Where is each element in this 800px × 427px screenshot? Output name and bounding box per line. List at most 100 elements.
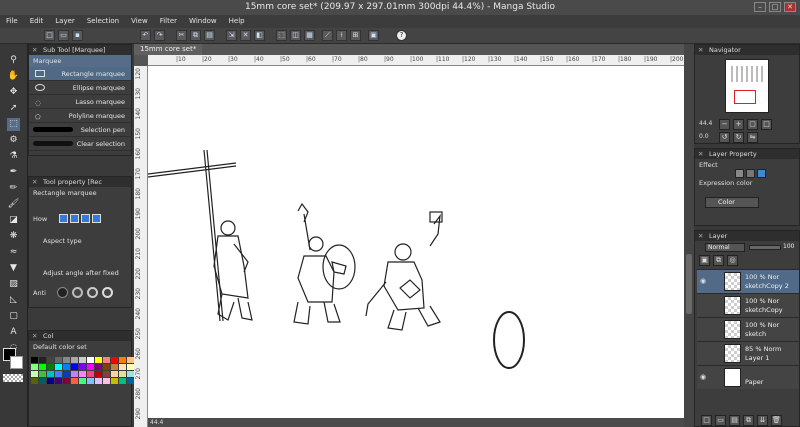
color-swatch[interactable]: [71, 357, 78, 363]
color-swatch[interactable]: [79, 357, 86, 363]
navigator-view-rect[interactable]: [734, 90, 756, 104]
layer-row[interactable]: ◉ 100 % Nor sketchCopy 2: [697, 269, 799, 293]
color-swatch[interactable]: [127, 378, 134, 384]
menu-window[interactable]: Window: [189, 15, 217, 28]
frame-tool-icon[interactable]: ▢: [7, 310, 20, 323]
layer-row[interactable]: 100 % Nor sketchCopy: [697, 293, 799, 317]
brush-tool-icon[interactable]: 🖌: [7, 198, 20, 211]
menu-filter[interactable]: Filter: [160, 15, 177, 28]
color-swatch[interactable]: [79, 378, 86, 384]
color-swatch[interactable]: [71, 371, 78, 377]
color-swatch[interactable]: [87, 378, 94, 384]
blend-mode-select[interactable]: Normal: [705, 243, 745, 252]
color-swatch[interactable]: [63, 364, 70, 370]
panel-close-icon[interactable]: ✕: [698, 231, 703, 241]
gradient-tool-icon[interactable]: ▨: [7, 278, 20, 291]
opacity-slider[interactable]: [749, 245, 781, 250]
panel-close-icon[interactable]: ✕: [32, 45, 37, 55]
color-set-select[interactable]: Default color set: [29, 341, 131, 353]
color-swatch[interactable]: [127, 357, 134, 363]
clear-icon[interactable]: ✕: [240, 30, 251, 41]
panel-close-icon[interactable]: ✕: [32, 331, 37, 341]
eye-icon[interactable]: ◉: [700, 373, 710, 381]
color-swatch[interactable]: [111, 357, 118, 363]
color-swatch[interactable]: [31, 378, 38, 384]
sub-tool-group-tab[interactable]: Marquee: [29, 55, 131, 67]
sub-tool-ellipse[interactable]: Ellipse marquee: [29, 81, 131, 95]
expression-color-select[interactable]: Color: [705, 197, 759, 208]
color-swatch[interactable]: [127, 371, 134, 377]
menu-file[interactable]: File: [6, 15, 18, 28]
color-swatch[interactable]: [63, 357, 70, 363]
panel-close-icon[interactable]: ✕: [32, 177, 37, 187]
color-swatch[interactable]: [119, 371, 126, 377]
sub-tool-selection-pen[interactable]: Selection pen: [29, 123, 131, 137]
rotate-right-icon[interactable]: ↻: [733, 132, 744, 143]
color-swatch[interactable]: [103, 378, 110, 384]
lock-icon[interactable]: ▣: [699, 255, 710, 266]
vertical-scrollbar[interactable]: [684, 44, 694, 427]
color-swatch[interactable]: [63, 371, 70, 377]
intersect-selection-icon[interactable]: [92, 214, 101, 223]
color-swatch[interactable]: [55, 371, 62, 377]
invert-icon[interactable]: ◫: [290, 30, 301, 41]
zoom-in-icon[interactable]: +: [733, 119, 744, 130]
color-swatch[interactable]: [31, 357, 38, 363]
color-swatch[interactable]: [63, 378, 70, 384]
navigator-preview[interactable]: [725, 59, 769, 113]
menu-view[interactable]: View: [131, 15, 148, 28]
document-tab[interactable]: 15mm core set*: [134, 44, 203, 55]
save-icon[interactable]: ▪: [72, 30, 83, 41]
blend-tool-icon[interactable]: ≈: [7, 246, 20, 259]
color-swatch[interactable]: [111, 378, 118, 384]
menu-edit[interactable]: Edit: [30, 15, 44, 28]
object-tool-icon[interactable]: ➚: [7, 102, 20, 115]
layer-row[interactable]: 100 % Nor sketch: [697, 317, 799, 341]
vertical-scroll-thumb[interactable]: [686, 254, 692, 314]
sub-tool-polyline[interactable]: ⬠ Polyline marquee: [29, 109, 131, 123]
color-swatch[interactable]: [119, 378, 126, 384]
cut-icon[interactable]: ✂: [176, 30, 187, 41]
close-button[interactable]: ✕: [784, 2, 796, 12]
color-swatch[interactable]: [95, 371, 102, 377]
open-icon[interactable]: ▭: [58, 30, 69, 41]
new-file-icon[interactable]: □: [44, 30, 55, 41]
color-swatch[interactable]: [71, 364, 78, 370]
clip-icon[interactable]: ⧉: [713, 255, 724, 266]
maximize-button[interactable]: □: [769, 2, 781, 12]
pencil-tool-icon[interactable]: ✏: [7, 182, 20, 195]
color-swatch[interactable]: [103, 357, 110, 363]
transparent-color-swatch[interactable]: [3, 374, 23, 382]
color-swatch[interactable]: [39, 371, 46, 377]
color-swatch[interactable]: [71, 378, 78, 384]
flip-icon[interactable]: ⇋: [747, 132, 758, 143]
merge-layer-icon[interactable]: ⇊: [757, 415, 768, 426]
aa-none-icon[interactable]: [57, 287, 68, 298]
zoom-tool-icon[interactable]: ⚲: [7, 54, 20, 67]
text-tool-icon[interactable]: A: [7, 326, 20, 339]
aa-weak-icon[interactable]: [72, 287, 83, 298]
delete-layer-icon[interactable]: 🗑: [771, 415, 782, 426]
color-swatch[interactable]: [119, 364, 126, 370]
color-swatch[interactable]: [31, 364, 38, 370]
hand-tool-icon[interactable]: ✋: [7, 70, 20, 83]
color-swatch[interactable]: [55, 364, 62, 370]
color-swatch[interactable]: [87, 364, 94, 370]
canvas-paper[interactable]: [147, 66, 684, 418]
color-swatch[interactable]: [47, 364, 54, 370]
color-swatch[interactable]: [39, 357, 46, 363]
subtract-selection-icon[interactable]: [81, 214, 90, 223]
figure-tool-icon[interactable]: ◺: [7, 294, 20, 307]
paste-icon[interactable]: ▤: [204, 30, 215, 41]
select-layer-icon[interactable]: ⚙: [7, 134, 20, 147]
marquee-tool-icon[interactable]: ⬚: [7, 118, 20, 131]
menu-selection[interactable]: Selection: [87, 15, 119, 28]
fill-icon[interactable]: ◧: [254, 30, 265, 41]
sub-color-swatch[interactable]: [10, 356, 23, 369]
new-selection-icon[interactable]: [59, 214, 68, 223]
color-swatch[interactable]: [87, 371, 94, 377]
new-folder-icon[interactable]: ▤: [729, 415, 740, 426]
eraser-tool-icon[interactable]: ◪: [7, 214, 20, 227]
color-swatch[interactable]: [79, 364, 86, 370]
new-raster-layer-icon[interactable]: □: [701, 415, 712, 426]
